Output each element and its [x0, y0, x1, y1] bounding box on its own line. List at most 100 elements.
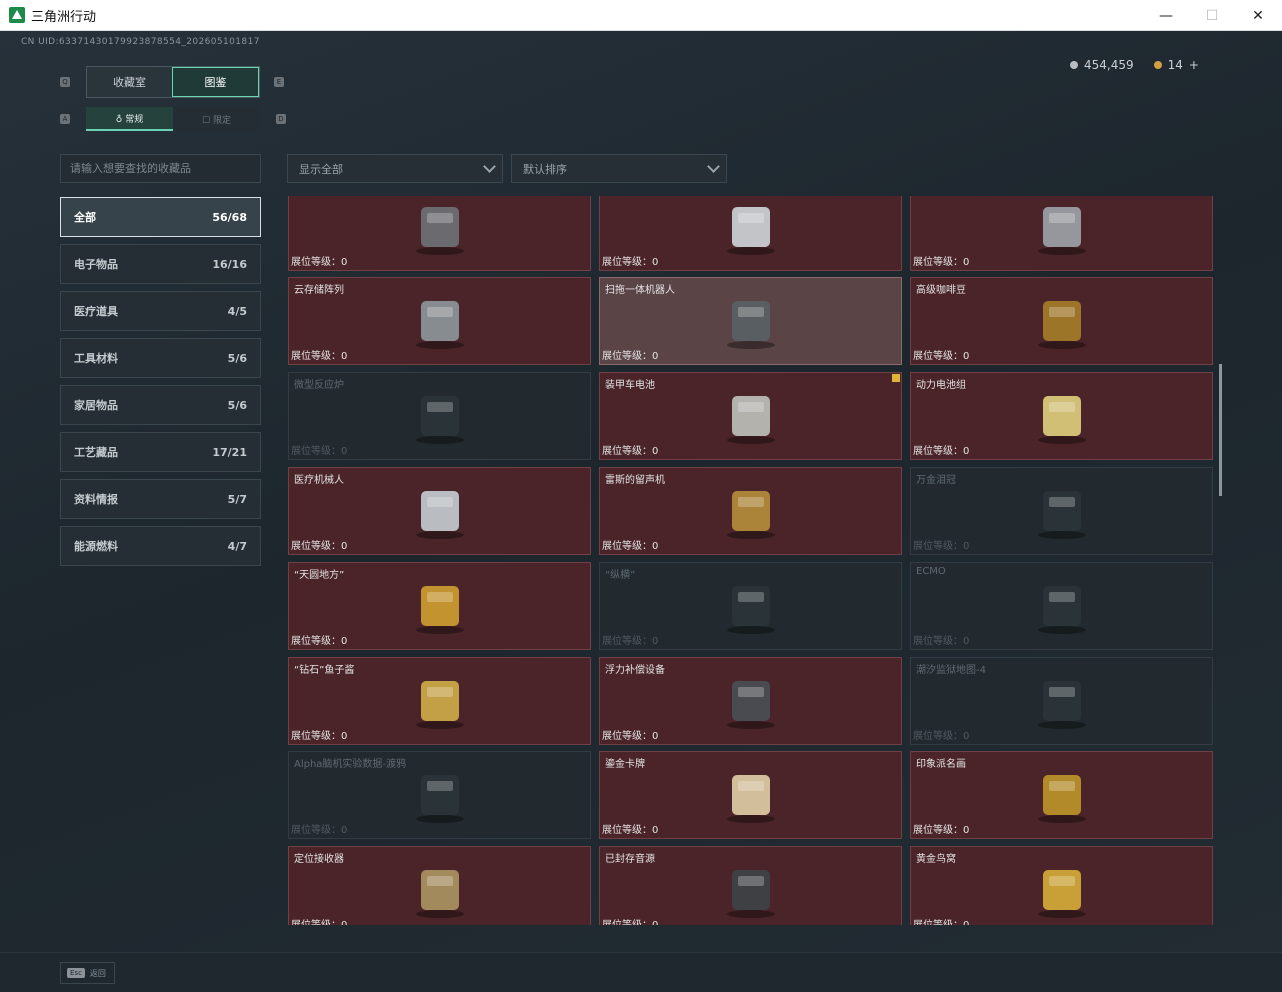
item-level: 展位等级：0 [913, 636, 970, 647]
key-hint-a: A [60, 114, 70, 124]
category-item[interactable]: 全部 56/68 [60, 197, 261, 237]
back-button[interactable]: Esc 返回 [60, 962, 115, 984]
collection-item-card[interactable]: 动力电池组 展位等级：0 [910, 372, 1213, 460]
item-name: 万金泪冠 [916, 475, 956, 486]
item-thumbnail-icon [716, 765, 786, 825]
item-name: ECMO [916, 566, 946, 577]
collection-item-card[interactable]: 定位接收器展位等级：0 [288, 846, 591, 925]
item-thumbnail-icon [716, 386, 786, 446]
category-item[interactable]: 电子物品 16/16 [60, 244, 261, 284]
item-level: 展位等级：0 [913, 916, 969, 925]
item-name: “天圆地方” [294, 570, 345, 581]
collection-item-card[interactable]: 扫拖一体机器人 展位等级：0 [599, 277, 902, 365]
collection-item-card[interactable]: 黄金鸟窝展位等级：0 [910, 846, 1213, 925]
collection-item-card[interactable]: “钻石”鱼子酱 展位等级：0 [288, 657, 591, 745]
collection-item-card[interactable]: 已封存音源展位等级：0 [599, 846, 902, 925]
collection-item-card[interactable]: 高级咖啡豆 展位等级：0 [910, 277, 1213, 365]
item-level: 展位等级：0 [602, 541, 659, 552]
item-thumbnail-icon [716, 671, 786, 731]
item-thumbnail-icon [405, 671, 475, 731]
collection-item-card[interactable]: 印象派名画 展位等级：0 [910, 751, 1213, 839]
category-item[interactable]: 工艺藏品 17/21 [60, 432, 261, 472]
item-thumbnail-icon [716, 197, 786, 257]
collection-item-card[interactable]: 浮力补偿设备 展位等级：0 [599, 657, 902, 745]
category-label: 电子物品 [74, 258, 118, 271]
collection-item-card[interactable]: 雷斯的留声机 展位等级：0 [599, 467, 902, 555]
item-level: 展位等级：0 [602, 825, 659, 836]
main-tabs: 收藏室 图鉴 [86, 66, 260, 98]
sort-dropdown[interactable]: 默认排序 [511, 154, 727, 183]
item-name: 黄金鸟窝 [916, 854, 956, 865]
collection-item-card[interactable]: 展位等级：0 [910, 196, 1213, 271]
collection-item-card[interactable]: “天圆地方” 展位等级：0 [288, 562, 591, 650]
maximize-button[interactable]: ☐ [1189, 0, 1235, 31]
item-thumbnail-icon [1027, 860, 1097, 920]
window-title: 三角洲行动 [31, 9, 97, 25]
item-level: 展位等级：0 [602, 446, 659, 457]
item-name: 定位接收器 [294, 854, 344, 865]
tab-catalog[interactable]: 图鉴 [172, 67, 259, 97]
item-name: “纵横” [605, 570, 636, 581]
item-level: 展位等级：0 [913, 731, 970, 742]
category-count: 4/5 [227, 304, 247, 318]
tab-collection-room[interactable]: 收藏室 [87, 67, 172, 97]
item-name: 鎏金卡牌 [605, 759, 645, 770]
category-label: 能源燃料 [74, 540, 118, 553]
category-label: 全部 [74, 211, 96, 224]
tab-regular[interactable]: ♁ 常规 [86, 107, 173, 131]
category-item[interactable]: 家居物品 5/6 [60, 385, 261, 425]
collection-item-card[interactable]: Alpha脑机实验数据-渡鸦 展位等级：0 [288, 751, 591, 839]
tab-limited[interactable]: ☐ 限定 [173, 107, 260, 131]
category-item[interactable]: 工具材料 5/6 [60, 338, 261, 378]
category-item[interactable]: 能源燃料 4/7 [60, 526, 261, 566]
category-count: 5/6 [227, 398, 247, 412]
search-input[interactable] [60, 154, 261, 183]
item-thumbnail-icon [405, 576, 475, 636]
category-label: 工具材料 [74, 352, 118, 365]
collection-item-card[interactable]: 展位等级：0 [288, 196, 591, 271]
currency-a-value: 454,459 [1084, 58, 1134, 72]
collection-item-card[interactable]: 万金泪冠 展位等级：0 [910, 467, 1213, 555]
collection-item-card[interactable]: 展位等级：0 [599, 196, 902, 271]
item-level: 展位等级：0 [291, 541, 348, 552]
collection-item-card[interactable]: 云存储阵列 展位等级：0 [288, 277, 591, 365]
item-level: 展位等级：0 [913, 446, 970, 457]
item-level: 展位等级：0 [602, 257, 659, 268]
key-hint-q: Q [60, 77, 70, 87]
filter-dropdown[interactable]: 显示全部 [287, 154, 503, 183]
esc-key-icon: Esc [67, 968, 85, 978]
category-count: 5/7 [227, 492, 247, 506]
add-currency-button[interactable]: + [1189, 58, 1199, 72]
item-name: 装甲车电池 [605, 380, 655, 391]
collection-item-card[interactable]: 医疗机械人 展位等级：0 [288, 467, 591, 555]
item-thumbnail-icon [405, 386, 475, 446]
item-name: 浮力补偿设备 [605, 665, 665, 676]
collection-item-card[interactable]: 装甲车电池展位等级：0 [599, 372, 902, 460]
minimize-button[interactable]: — [1143, 0, 1189, 31]
grid-scrollbar[interactable] [1219, 364, 1222, 496]
collection-item-card[interactable]: “纵横” 展位等级：0 [599, 562, 902, 650]
item-thumbnail-icon [716, 860, 786, 920]
category-list: 全部 56/68 电子物品 16/16 医疗道具 4/5 工具材料 5/6 家居物品 5/… [60, 197, 261, 573]
category-item[interactable]: 资料情报 5/7 [60, 479, 261, 519]
chevron-down-icon [707, 160, 720, 173]
filter-dropdown-label: 显示全部 [299, 162, 343, 176]
item-name: 印象派名画 [916, 759, 966, 770]
back-label: 返回 [89, 968, 106, 978]
item-level: 展位等级：0 [291, 257, 348, 268]
category-label: 工艺藏品 [74, 446, 118, 459]
collection-item-card[interactable]: 微型反应炉 展位等级：0 [288, 372, 591, 460]
token-icon [1153, 61, 1162, 69]
category-label: 资料情报 [74, 493, 118, 506]
collection-item-card[interactable]: 鎏金卡牌展位等级：0 [599, 751, 902, 839]
category-item[interactable]: 医疗道具 4/5 [60, 291, 261, 331]
category-count: 17/21 [212, 445, 247, 459]
item-level: 展位等级：0 [602, 916, 658, 925]
close-button[interactable]: ✕ [1235, 0, 1281, 31]
collection-item-card[interactable]: ECMO 展位等级：0 [910, 562, 1213, 650]
category-count: 5/6 [227, 351, 247, 365]
item-thumbnail-icon [716, 576, 786, 636]
item-thumbnail-icon [405, 860, 475, 920]
bottom-bar [0, 952, 1282, 992]
collection-item-card[interactable]: 潮汐监狱地图-4 展位等级：0 [910, 657, 1213, 745]
